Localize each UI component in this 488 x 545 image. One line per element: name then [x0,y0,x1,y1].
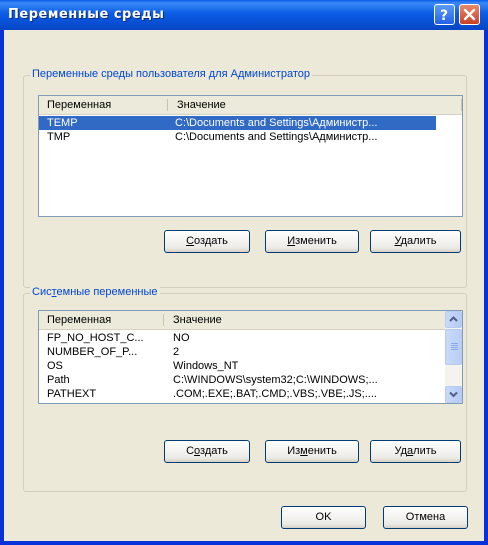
user-variables-list[interactable]: Переменная Значение TEMP C:\Documents an… [38,95,463,217]
chevron-down-icon [449,391,458,398]
user-list-header: Переменная Значение [39,96,462,115]
close-icon [463,8,476,21]
column-header-value[interactable]: Значение [169,96,429,114]
button-label: OK [315,511,332,523]
button-label: Из [287,445,301,457]
svg-text:?: ? [440,8,448,24]
dialog-body: Переменные среды пользователя для Админи… [4,30,484,541]
variable-name: TMP [47,131,71,143]
column-header-value[interactable]: Значение [165,311,425,329]
grip-line [451,347,458,348]
scroll-down-button[interactable] [445,386,462,403]
window-border [0,541,488,545]
list-item[interactable]: Path C:\WINDOWS\system32;C:\WINDOWS;... [39,373,445,387]
user-variables-group-label: Переменные среды пользователя для Админи… [30,68,312,80]
help-button[interactable]: ? [434,4,455,25]
variable-value: C:\Documents and Settings\Администр... [175,117,378,129]
button-label: зменить [295,235,337,247]
system-edit-button[interactable]: Изменить [265,440,359,463]
mnemonic: м [300,445,308,457]
variable-value: C:\Documents and Settings\Администр... [175,131,378,143]
grip-line [451,343,458,344]
button-label: далить [400,235,437,247]
user-edit-button[interactable]: Изменить [265,230,359,253]
title-bar[interactable]: Переменные среды ? [0,0,488,30]
variable-name: TEMP [47,117,78,129]
chevron-up-icon [449,316,458,322]
grip-line [451,345,458,346]
variable-value: .COM;.EXE;.BAT;.CMD;.VBS;.VBE;.JS;.... [173,388,377,400]
variable-value: Windows_NT [173,360,239,372]
variable-name: PATHEXT [47,388,97,400]
list-item[interactable]: FP_NO_HOST_C... NO [39,331,445,345]
list-item[interactable]: PATHEXT .COM;.EXE;.BAT;.CMD;.VBS;.VBE;.J… [39,387,445,401]
system-list-header: Переменная Значение [39,311,445,330]
label-part: Сис [32,286,52,298]
variable-name: NUMBER_OF_P... [47,346,138,358]
user-delete-button[interactable]: Удалить [370,230,461,253]
column-divider [461,99,462,111]
system-create-button[interactable]: Создать [164,440,250,463]
system-delete-button[interactable]: Удалить [370,440,461,463]
system-variables-group-label: Системные переменные [30,286,160,298]
button-label: здать [200,445,228,457]
scroll-up-button[interactable] [445,311,462,328]
cancel-button[interactable]: Отмена [383,506,468,529]
label-part: емные переменные [56,286,158,298]
mnemonic: С [186,235,195,247]
variable-name: OS [47,360,63,372]
mnemonic: И [287,235,296,247]
variable-value: 2 [173,346,180,358]
window-title: Переменные среды [8,7,165,22]
user-create-button[interactable]: Создать [164,230,250,253]
button-label: лить [413,445,437,457]
list-item-temp[interactable]: TEMP C:\Documents and Settings\Администр… [39,116,436,130]
system-variables-list[interactable]: Переменная Значение FP_NO_HOST_C... NO N… [38,310,463,404]
vertical-scrollbar[interactable] [445,311,462,403]
column-header-variable[interactable]: Переменная [39,96,169,114]
column-header-variable[interactable]: Переменная [39,311,169,329]
list-item-tmp[interactable]: TMP C:\Documents and Settings\Администр.… [39,130,436,144]
grip-line [451,349,458,350]
list-item[interactable]: OS Windows_NT [39,359,445,373]
question-icon: ? [440,8,448,24]
column-divider[interactable] [163,314,164,326]
button-label: Уд [394,445,408,457]
column-divider[interactable] [167,99,168,111]
variable-value: C:\WINDOWS\system32;C:\WINDOWS;... [173,374,378,386]
ok-button[interactable]: OK [281,506,366,529]
list-item[interactable]: NUMBER_OF_P... 2 [39,345,445,359]
variable-value: NO [173,332,190,344]
variable-name: Path [47,374,70,386]
button-label: С [186,445,195,457]
variable-name: FP_NO_HOST_C... [47,332,144,344]
environment-variables-dialog: Переменные среды ? Переменные среды поль… [0,0,488,545]
button-label: Отмена [405,511,446,523]
button-label: оздать [194,235,228,247]
button-label: енить [307,445,337,457]
scroll-thumb[interactable] [445,329,462,365]
close-button[interactable] [459,4,480,25]
